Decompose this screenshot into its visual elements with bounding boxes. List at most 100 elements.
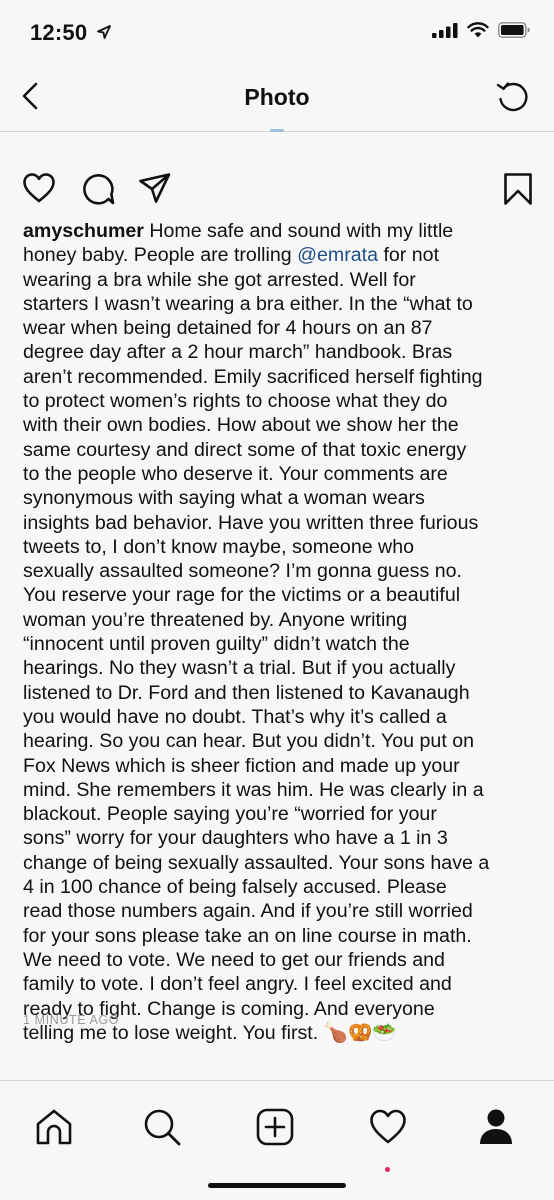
photo-edge — [270, 129, 284, 132]
heart-icon — [370, 1109, 406, 1144]
caption-text: sons” worry for your daughters who have … — [23, 827, 448, 850]
status-time-group: 12:50 — [30, 20, 111, 46]
caption-text: for not — [378, 244, 440, 267]
caption-text: wearing a bra while she got arrested. We… — [23, 268, 416, 291]
caption-text: same courtesy and direct some of that to… — [23, 438, 467, 461]
caption-text: woman you’re threatened by. Anyone writi… — [23, 608, 408, 631]
tab-bar — [0, 1080, 554, 1200]
caption-text: blackout. People saying you’re “worried … — [23, 803, 437, 826]
post-timestamp: 1 MINUTE AGO — [23, 1013, 120, 1027]
search-icon — [144, 1109, 181, 1146]
caption-line: with their own bodies. How about we show… — [23, 413, 535, 437]
caption-line: synonymous with saying what a woman wear… — [23, 486, 535, 510]
save-button[interactable] — [503, 172, 533, 211]
caption-line: “innocent until proven guilty” didn’t wa… — [23, 632, 535, 656]
caption-line: insights bad behavior. Have you written … — [23, 511, 535, 535]
profile-icon — [480, 1109, 512, 1144]
caption-text: 4 in 100 chance of being falsely accused… — [23, 876, 447, 899]
caption-line: sons” worry for your daughters who have … — [23, 826, 535, 850]
caption-text: hearing. So you can hear. But you didn’t… — [23, 730, 474, 753]
home-icon — [36, 1109, 72, 1145]
caption-line: family to vote. I don’t feel angry. I fe… — [23, 972, 535, 996]
caption-line: same courtesy and direct some of that to… — [23, 438, 535, 462]
caption-text: synonymous with saying what a woman wear… — [23, 487, 425, 510]
caption-text: to the people who deserve it. Your comme… — [23, 462, 448, 485]
status-bar: 12:50 — [0, 0, 554, 64]
caption-text: Home safe and sound with my little — [143, 220, 454, 242]
caption-line: change of being sexually assaulted. Your… — [23, 851, 535, 875]
caption-text: with their own bodies. How about we show… — [23, 414, 459, 437]
nav-bar: Photo — [0, 64, 554, 132]
caption-text: Fox News which is sheer fiction and made… — [23, 754, 460, 777]
caption-text: We need to vote. We need to get our frie… — [23, 948, 445, 971]
wifi-icon — [467, 22, 489, 38]
add-post-icon — [256, 1108, 294, 1146]
refresh-icon — [496, 82, 528, 112]
caption-text: sexually assaulted someone? I’m gonna gu… — [23, 560, 462, 583]
status-indicators — [432, 22, 530, 38]
caption-line: listened to Dr. Ford and then listened t… — [23, 681, 535, 705]
location-arrow-icon — [96, 25, 111, 39]
caption-line: sexually assaulted someone? I’m gonna gu… — [23, 559, 535, 583]
caption-line: wear when being detained for 4 hours on … — [23, 316, 535, 340]
refresh-button[interactable] — [494, 78, 532, 116]
page-title: Photo — [244, 84, 310, 110]
caption-line: tweets to, I don’t know maybe, someone w… — [23, 535, 535, 559]
caption-line: read those numbers again. And if you’re … — [23, 899, 535, 923]
caption-line: to the people who deserve it. Your comme… — [23, 462, 535, 486]
tab-search[interactable] — [142, 1107, 182, 1147]
caption-line: amyschumer Home safe and sound with my l… — [23, 219, 535, 243]
tab-new-post[interactable] — [255, 1107, 295, 1147]
caption-line: blackout. People saying you’re “worried … — [23, 802, 535, 826]
caption-line: You reserve your rage for the victims or… — [23, 583, 535, 607]
caption-text: tweets to, I don’t know maybe, someone w… — [23, 535, 414, 558]
caption-line: honey baby. People are trolling @emrata … — [23, 243, 535, 267]
caption-line: you would have no doubt. That’s why it’s… — [23, 705, 535, 729]
caption-line: hearing. So you can hear. But you didn’t… — [23, 729, 535, 753]
post-caption: amyschumer Home safe and sound with my l… — [23, 219, 535, 1045]
caption-text: for your sons please take an on line cou… — [23, 924, 472, 947]
caption-line: wearing a bra while she got arrested. We… — [23, 268, 535, 292]
caption-text: starters I wasn’t wearing a bra either. … — [23, 292, 473, 315]
caption-line: aren’t recommended. Emily sacrificed her… — [23, 365, 535, 389]
share-button[interactable] — [138, 172, 172, 209]
caption-text: change of being sexually assaulted. Your… — [23, 851, 490, 874]
caption-text: aren’t recommended. Emily sacrificed her… — [23, 365, 483, 388]
tab-activity[interactable] — [368, 1107, 408, 1147]
caption-line: for your sons please take an on line cou… — [23, 924, 535, 948]
caption-line: mind. She remembers it was him. He was c… — [23, 778, 535, 802]
caption-text: read those numbers again. And if you’re … — [23, 900, 473, 923]
caption-line: starters I wasn’t wearing a bra either. … — [23, 292, 535, 316]
caption-line: degree day after a 2 hour march” handboo… — [23, 340, 535, 364]
caption-text: listened to Dr. Ford and then listened t… — [23, 681, 470, 704]
comment-icon — [83, 174, 115, 205]
caption-line: to protect women’s rights to choose what… — [23, 389, 535, 413]
like-button[interactable] — [22, 172, 56, 209]
comment-button[interactable] — [81, 172, 115, 211]
mention-link[interactable]: @emrata — [297, 244, 378, 266]
home-indicator — [208, 1183, 346, 1188]
caption-text: mind. She remembers it was him. He was c… — [23, 778, 484, 801]
signal-bars-icon — [432, 23, 458, 38]
caption-text: honey baby. People are trolling — [23, 244, 298, 267]
post-actions — [0, 164, 554, 214]
status-time: 12:50 — [30, 20, 88, 45]
battery-icon — [498, 22, 530, 38]
send-icon — [139, 173, 171, 203]
caption-text: family to vote. I don’t feel angry. I fe… — [23, 973, 452, 996]
caption-line: hearings. No they wasn’t a trial. But if… — [23, 656, 535, 680]
caption-line: 4 in 100 chance of being falsely accused… — [23, 875, 535, 899]
caption-text: degree day after a 2 hour march” handboo… — [23, 341, 453, 364]
caption-text: insights bad behavior. Have you written … — [23, 511, 479, 534]
tab-profile[interactable] — [476, 1107, 516, 1147]
heart-icon — [23, 173, 55, 203]
caption-line: woman you’re threatened by. Anyone writi… — [23, 608, 535, 632]
caption-text: wear when being detained for 4 hours on … — [23, 317, 433, 340]
caption-text: you would have no doubt. That’s why it’s… — [23, 705, 447, 728]
caption-line: Fox News which is sheer fiction and made… — [23, 754, 535, 778]
post-username[interactable]: amyschumer — [23, 220, 144, 242]
caption-text: “innocent until proven guilty” didn’t wa… — [23, 633, 410, 656]
caption-text: You reserve your rage for the victims or… — [23, 584, 461, 607]
caption-line: We need to vote. We need to get our frie… — [23, 948, 535, 972]
tab-home[interactable] — [34, 1107, 74, 1147]
